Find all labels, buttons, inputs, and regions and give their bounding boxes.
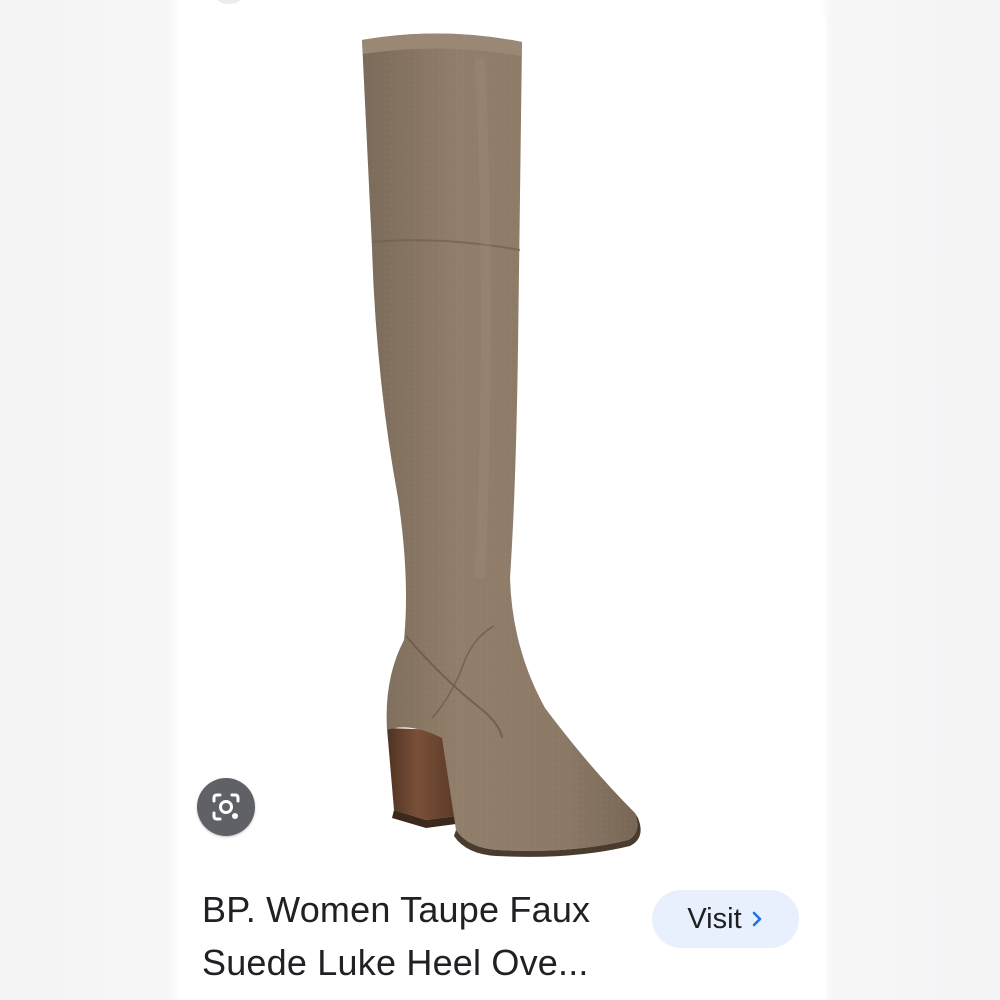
visit-button[interactable]: Visit [652,890,799,948]
product-image[interactable] [180,18,826,863]
screenshot-root: BP. Women Taupe Faux Suede Luke Heel Ove… [0,0,1000,1000]
result-info: BP. Women Taupe Faux Suede Luke Heel Ove… [180,863,826,1000]
top-control-edge [212,0,246,4]
google-lens-icon [212,793,240,821]
google-lens-button[interactable] [197,778,255,836]
boot-illustration [362,33,641,857]
search-result-card[interactable]: BP. Women Taupe Faux Suede Luke Heel Ove… [180,18,826,1000]
chevron-right-icon [752,911,761,927]
product-title[interactable]: BP. Women Taupe Faux Suede Luke Heel Ove… [202,883,632,989]
visit-button-label: Visit [687,902,742,935]
